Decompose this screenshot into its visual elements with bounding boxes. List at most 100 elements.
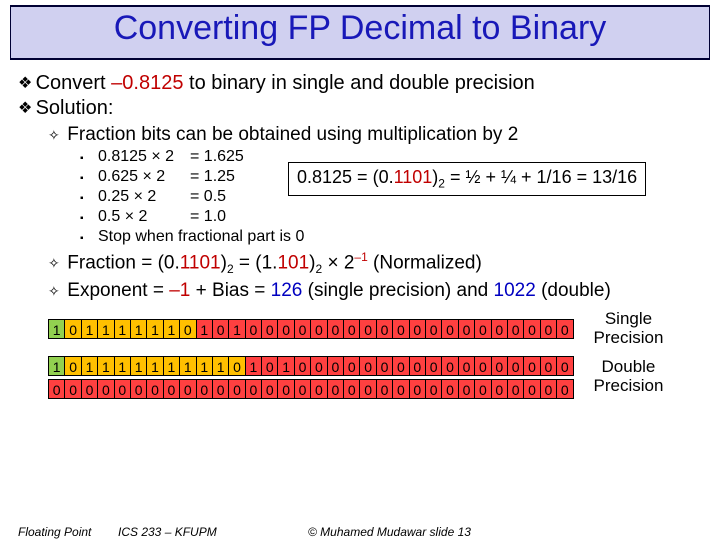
bit-cell: 1 xyxy=(147,356,163,376)
bit-cell: 1 xyxy=(229,319,245,339)
diamond-icon: ✧ xyxy=(48,127,62,144)
bit-cell: 0 xyxy=(492,319,508,339)
bit-cell: 0 xyxy=(147,379,163,399)
bit-cell: 0 xyxy=(278,319,294,339)
bit-cell: 1 xyxy=(115,319,131,339)
bit-cell: 1 xyxy=(246,356,262,376)
bit-cell: 1 xyxy=(147,319,163,339)
bit-cell: 0 xyxy=(541,356,557,376)
bit-cell: 1 xyxy=(164,319,180,339)
bit-cell: 0 xyxy=(311,356,327,376)
bit-cell: 0 xyxy=(262,319,278,339)
bit-cell: 0 xyxy=(180,319,196,339)
bit-cell: 0 xyxy=(213,379,229,399)
bit-cell: 0 xyxy=(426,356,442,376)
bit-cell: 0 xyxy=(344,356,360,376)
bit-cell: 0 xyxy=(541,319,557,339)
diamond-icon: ❖ xyxy=(18,98,30,118)
double-label: DoublePrecision xyxy=(594,358,664,395)
bit-cell: 0 xyxy=(229,379,245,399)
bit-cell: 0 xyxy=(115,379,131,399)
bit-cell: 0 xyxy=(524,356,540,376)
bit-cell: 0 xyxy=(360,319,376,339)
bit-cell: 0 xyxy=(557,356,573,376)
sub-bullet-fraction-bits: ✧ Fraction bits can be obtained using mu… xyxy=(48,124,702,146)
bit-cell: 0 xyxy=(410,319,426,339)
bit-cell: 0 xyxy=(442,379,458,399)
bit-cell: 0 xyxy=(426,379,442,399)
footer: Floating Point ICS 233 – KFUPM © Muhamed… xyxy=(18,525,702,539)
sub-bullet-exponent: ✧ Exponent = –1 + Bias = 126 (single pre… xyxy=(48,280,702,302)
bit-cell: 0 xyxy=(492,356,508,376)
bit-cell: 0 xyxy=(360,379,376,399)
bit-cell: 1 xyxy=(131,356,147,376)
footer-mid: ICS 233 – KFUPM xyxy=(118,525,278,539)
bit-cell: 0 xyxy=(524,319,540,339)
bit-cell: 1 xyxy=(180,356,196,376)
boxed-equation: 0.8125 = (0.1101)2 = ½ + ¼ + 1/16 = 13/1… xyxy=(288,162,646,196)
diamond-icon: ❖ xyxy=(18,73,30,93)
bit-cell: 1 xyxy=(197,356,213,376)
bit-cell: 0 xyxy=(180,379,196,399)
bit-cell: 0 xyxy=(442,319,458,339)
square-icon: ▪ xyxy=(80,173,98,184)
bit-cell: 0 xyxy=(262,379,278,399)
bit-cell: 1 xyxy=(98,356,114,376)
bit-cell: 0 xyxy=(377,319,393,339)
bit-cell: 0 xyxy=(459,356,475,376)
bit-cell: 0 xyxy=(229,356,245,376)
bit-cell: 0 xyxy=(557,379,573,399)
bit-cell: 0 xyxy=(410,379,426,399)
mult-step: ▪0.5 × 2= 1.0 xyxy=(80,208,702,226)
bit-cell: 0 xyxy=(164,379,180,399)
bit-cell: 0 xyxy=(508,319,524,339)
bit-cell: 0 xyxy=(213,319,229,339)
bit-cell: 0 xyxy=(311,379,327,399)
bit-cell: 0 xyxy=(328,379,344,399)
bit-cell: 1 xyxy=(278,356,294,376)
bit-cell: 0 xyxy=(475,319,491,339)
footer-right: © Muhamed Mudawar slide 13 xyxy=(278,525,702,539)
bit-cell: 0 xyxy=(98,379,114,399)
bit-cell: 1 xyxy=(197,319,213,339)
bit-cell: 0 xyxy=(377,356,393,376)
bit-cell: 0 xyxy=(410,356,426,376)
sub-bullet-fraction: ✧ Fraction = (0.1101)2 = (1.101)2 × 2–1 … xyxy=(48,250,702,276)
bit-cell: 1 xyxy=(131,319,147,339)
bit-cell: 1 xyxy=(82,356,98,376)
bit-cell: 0 xyxy=(246,319,262,339)
double-precision-row: 10111111111010100000000000000000 0000000… xyxy=(48,356,574,399)
bit-cell: 0 xyxy=(246,379,262,399)
bit-cell: 0 xyxy=(49,379,65,399)
bit-cell: 0 xyxy=(377,379,393,399)
bit-cell: 0 xyxy=(344,319,360,339)
bit-cell: 0 xyxy=(311,319,327,339)
bit-cell: 0 xyxy=(262,356,278,376)
bit-cell: 0 xyxy=(492,379,508,399)
square-icon: ▪ xyxy=(80,193,98,204)
bit-cell: 0 xyxy=(459,319,475,339)
square-icon: ▪ xyxy=(80,233,98,244)
bit-cell: 0 xyxy=(508,356,524,376)
bit-cell: 1 xyxy=(213,356,229,376)
bit-cell: 1 xyxy=(82,319,98,339)
bit-cell: 0 xyxy=(442,356,458,376)
bit-cell: 0 xyxy=(295,356,311,376)
bit-cell: 0 xyxy=(393,356,409,376)
single-label: SinglePrecision xyxy=(594,310,664,347)
bit-cell: 0 xyxy=(344,379,360,399)
diamond-icon: ✧ xyxy=(48,255,62,272)
bit-cell: 1 xyxy=(49,319,65,339)
footer-left: Floating Point xyxy=(18,525,118,539)
square-icon: ▪ xyxy=(80,213,98,224)
single-precision-row: 10111111010100000000000000000000 SingleP… xyxy=(48,310,702,347)
bit-cell: 0 xyxy=(295,379,311,399)
bit-cell: 0 xyxy=(475,379,491,399)
bit-cell: 1 xyxy=(49,356,65,376)
bit-cell: 0 xyxy=(82,379,98,399)
bullet-convert: ❖ Convert –0.8125 to binary in single an… xyxy=(18,72,702,95)
bit-cell: 0 xyxy=(541,379,557,399)
diamond-icon: ✧ xyxy=(48,283,62,300)
bit-cell: 0 xyxy=(557,319,573,339)
bit-cell: 0 xyxy=(328,356,344,376)
